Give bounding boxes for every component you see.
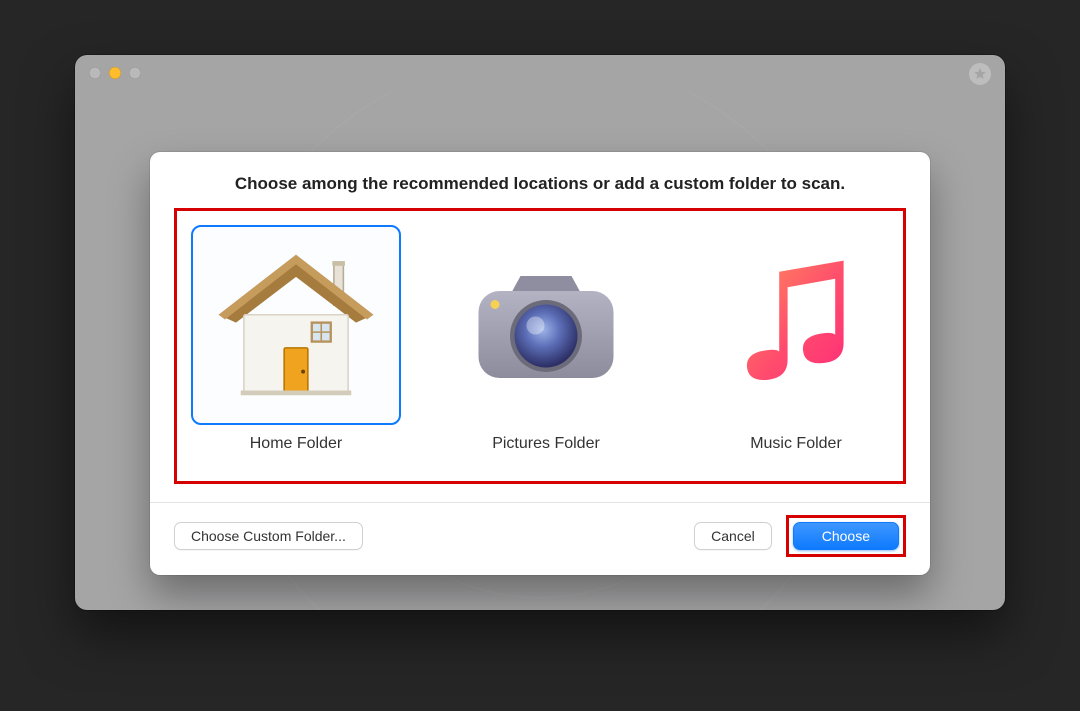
button-row: Choose Custom Folder... Cancel Choose	[174, 515, 906, 557]
dialog-title: Choose among the recommended locations o…	[174, 174, 906, 194]
close-window-button[interactable]	[89, 67, 101, 79]
option-home-folder[interactable]: Home Folder	[185, 219, 407, 459]
choose-custom-folder-button[interactable]: Choose Custom Folder...	[174, 522, 363, 550]
star-icon[interactable]	[969, 63, 991, 85]
music-icon	[691, 225, 901, 425]
maximize-window-button[interactable]	[129, 67, 141, 79]
option-label: Music Folder	[750, 435, 842, 453]
option-pictures-folder[interactable]: Pictures Folder	[435, 219, 657, 459]
choose-button[interactable]: Choose	[793, 522, 899, 550]
app-window: Choose among the recommended locations o…	[75, 55, 1005, 610]
option-music-folder[interactable]: Music Folder	[685, 219, 907, 459]
home-icon	[191, 225, 401, 425]
cancel-button[interactable]: Cancel	[694, 522, 772, 550]
option-label: Pictures Folder	[492, 435, 600, 453]
choose-annotation-box: Choose	[786, 515, 906, 557]
titlebar	[75, 55, 1005, 91]
scan-location-dialog: Choose among the recommended locations o…	[150, 152, 930, 575]
minimize-window-button[interactable]	[109, 67, 121, 79]
separator	[150, 502, 930, 503]
camera-icon	[441, 225, 651, 425]
traffic-lights	[89, 67, 141, 79]
option-label: Home Folder	[250, 435, 342, 453]
options-annotation-box: Home Folder	[174, 208, 906, 484]
